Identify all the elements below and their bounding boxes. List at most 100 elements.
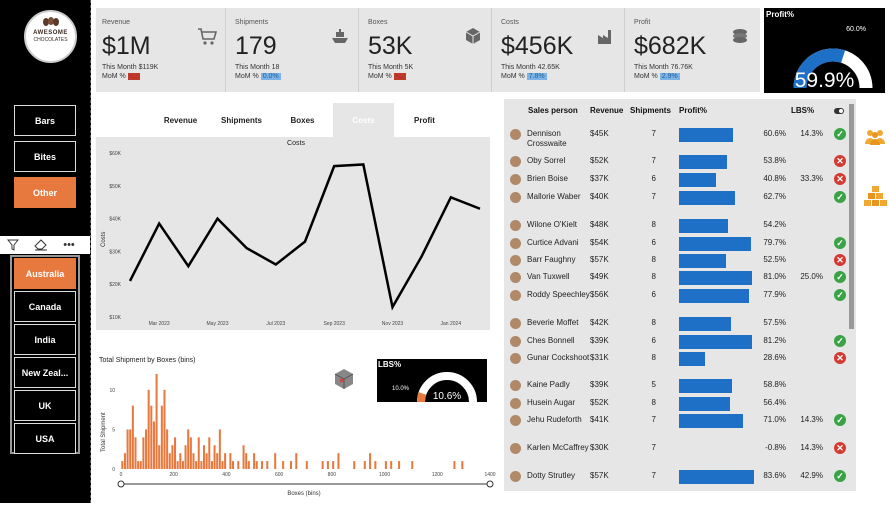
col-header-revenue[interactable]: Revenue <box>590 106 623 115</box>
avatar <box>510 398 521 409</box>
product-button-bites[interactable]: Bites <box>14 141 76 172</box>
table-row[interactable]: Curtice Advani $54K 6 79.7% ✓ <box>504 235 849 253</box>
col-header-shipments[interactable]: Shipments <box>630 106 671 115</box>
y-tick-label: 0 <box>112 467 115 473</box>
table-row[interactable]: Karlen McCaffrey $30K 7 -0.8% 14.3% ✕ <box>504 440 849 458</box>
histogram-bar <box>247 461 250 469</box>
tab-boxes[interactable]: Boxes <box>272 103 333 137</box>
revenue-cell: $41K <box>590 415 609 424</box>
kpi-this-month: This Month $119K <box>102 64 159 71</box>
x-tick-label: 800 <box>328 472 337 478</box>
country-button-canada[interactable]: Canada <box>14 291 76 322</box>
shipments-cell: 6 <box>651 336 656 345</box>
profit-pct-cell: 52.5% <box>763 255 786 264</box>
more-options-icon[interactable]: ••• <box>58 237 80 253</box>
table-row[interactable]: Roddy Speechley $56K 6 77.9% ✓ <box>504 287 849 305</box>
table-row[interactable]: Gunar Cockshoot $31K 8 28.6% ✕ <box>504 350 849 368</box>
table-row[interactable]: Husein Augar $52K 8 56.4% <box>504 395 849 413</box>
table-row[interactable]: Beverie Moffet $42K 8 57.5% <box>504 315 849 333</box>
histogram-bar <box>229 453 232 469</box>
table-row[interactable]: Ches Bonnell $39K 6 81.2% ✓ <box>504 333 849 351</box>
brand-line1: AWESOME <box>33 30 68 36</box>
table-row[interactable]: Dennison Crosswaite $45K 7 60.6% 14.3% ✓ <box>504 126 849 148</box>
country-button-india[interactable]: India <box>14 324 76 355</box>
table-row[interactable]: Mallorie Waber $40K 7 62.7% ✓ <box>504 189 849 207</box>
col-header-profit-pct[interactable]: Profit% <box>679 106 707 115</box>
check-icon: ✓ <box>834 470 846 482</box>
table-row[interactable]: Dotty Strutley $57K 7 83.6% 42.9% ✓ <box>504 468 849 486</box>
revenue-cell: $40K <box>590 192 609 201</box>
costs-line-svg: Costs Costs $10K $20K $30K $40K $50K $60K Mar… <box>101 140 481 327</box>
table-row[interactable]: Oby Sorrel $52K 7 53.8% ✕ <box>504 153 849 171</box>
table-scrollbar[interactable] <box>849 104 854 329</box>
kpi-value: 53K <box>368 32 413 60</box>
mom-badge: 7.8% <box>526 73 547 80</box>
profit-pct-cell: 62.7% <box>763 192 786 201</box>
range-slider-start-handle[interactable] <box>117 480 125 488</box>
range-slider-end-handle[interactable] <box>486 480 494 488</box>
cart-icon <box>198 28 217 45</box>
salesperson-table: Sales person Revenue Shipments Profit% L… <box>504 99 856 491</box>
people-icon <box>865 130 885 145</box>
tab-costs[interactable]: Costs <box>333 103 394 137</box>
kpi-costs: Costs $456K This Month 42.65K MoM % 7.8% <box>495 8 625 92</box>
histogram-bar <box>181 461 184 469</box>
table-row[interactable]: Wilone O'Kielt $48K 8 54.2% <box>504 217 849 235</box>
histogram-y-label: Total Shipment <box>101 412 107 452</box>
tab-revenue[interactable]: Revenue <box>150 103 211 137</box>
table-row[interactable]: Kaine Padly $39K 5 58.8% <box>504 377 849 395</box>
country-button-usa[interactable]: USA <box>14 423 76 454</box>
histogram-bar <box>332 461 335 469</box>
histogram-title: Total Shipment by Boxes (bins) <box>99 357 196 364</box>
gauge-title: LBS% <box>378 360 402 369</box>
profit-bar <box>679 289 749 303</box>
brand-line2: CHOCOLATES <box>33 37 68 43</box>
profit-bar <box>679 254 727 268</box>
product-button-other[interactable]: Other <box>14 177 76 208</box>
table-row[interactable]: Van Tuxwell $49K 8 81.0% 25.0% ✓ <box>504 269 849 287</box>
tab-shipments[interactable]: Shipments <box>211 103 272 137</box>
country-button-uk[interactable]: UK <box>14 390 76 421</box>
country-button-australia[interactable]: Australia <box>14 258 76 289</box>
profit-bar <box>679 191 736 205</box>
salesperson-name: Oby Sorrel <box>527 156 566 165</box>
costs-line-chart: Costs Costs $10K $20K $30K $40K $50K $60K Mar… <box>96 137 490 330</box>
ship-icon <box>332 29 348 43</box>
cross-icon: ✕ <box>834 155 846 167</box>
profit-pct-cell: 71.0% <box>763 415 786 424</box>
eraser-icon[interactable] <box>30 237 52 253</box>
histogram-bar <box>171 445 174 469</box>
histogram-bar <box>208 437 211 469</box>
tab-profit[interactable]: Profit <box>394 103 455 137</box>
col-header-sales-person[interactable]: Sales person <box>528 106 578 115</box>
y-tick-label: $20K <box>109 282 121 288</box>
histogram-bar <box>232 461 235 469</box>
boxes-stack-icon <box>864 186 887 206</box>
histogram-bar <box>305 461 308 469</box>
histogram-bar <box>390 461 393 469</box>
avatar <box>510 129 521 140</box>
lbs-pct-cell: 14.3% <box>800 443 823 452</box>
profit-bar <box>679 335 752 349</box>
histogram-bar <box>384 461 387 469</box>
avatar <box>510 471 521 482</box>
table-row[interactable]: Barr Faughny $57K 8 52.5% ✕ <box>504 252 849 270</box>
profit-pct-cell: 53.8% <box>763 156 786 165</box>
gauge-value: 59.9% <box>794 69 855 92</box>
salesperson-name: Dotty Strutley <box>527 471 576 480</box>
histogram-bar <box>321 461 324 469</box>
country-button-new-zealand[interactable]: New Zeal... <box>14 357 76 388</box>
histogram-bar <box>289 461 293 469</box>
kpi-value: $456K <box>501 32 574 60</box>
product-button-bars[interactable]: Bars <box>14 105 76 136</box>
table-row[interactable]: Brien Boise $37K 6 40.8% 33.3% ✕ <box>504 171 849 189</box>
table-row[interactable]: Jehu Rudeforth $41K 7 71.0% 14.3% ✓ <box>504 412 849 430</box>
histogram-bar <box>147 389 150 469</box>
filter-icon[interactable] <box>2 237 24 253</box>
shipments-cell: 8 <box>651 318 656 327</box>
histogram-bar <box>176 461 179 469</box>
x-tick-label: Mar 2023 <box>149 321 170 327</box>
avatar <box>510 220 521 231</box>
histogram-bar <box>353 461 356 469</box>
col-header-lbs-pct[interactable]: LBS% <box>791 106 814 115</box>
